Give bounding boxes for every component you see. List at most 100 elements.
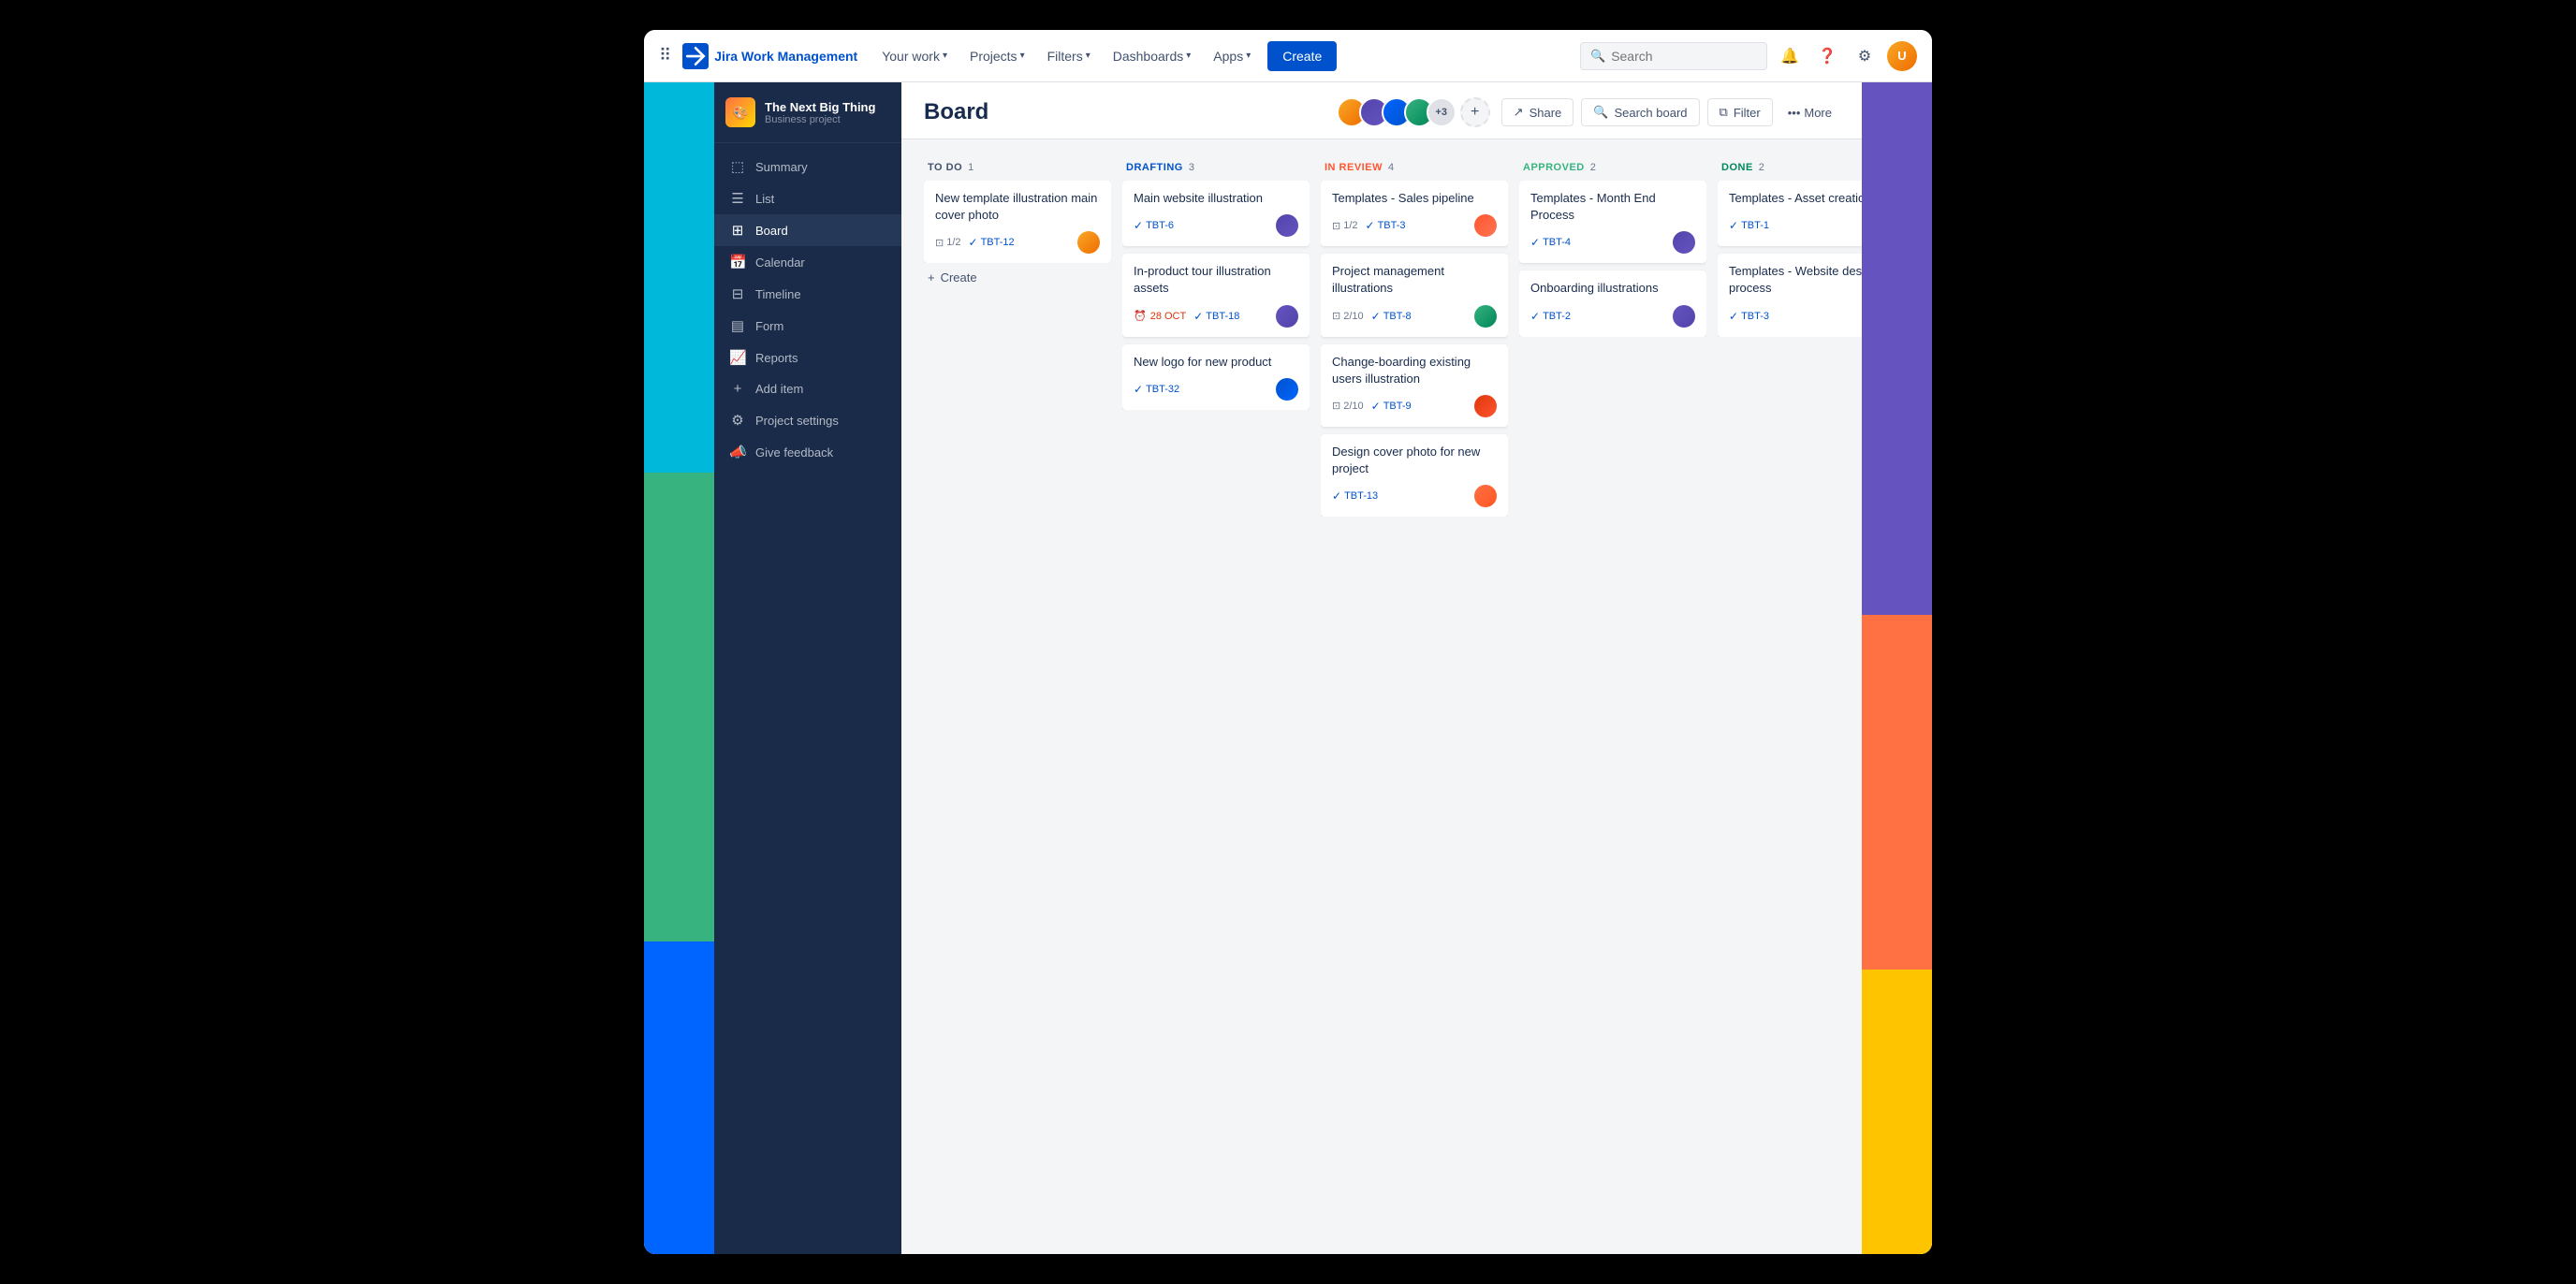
create-button[interactable]: Create (1267, 41, 1337, 71)
card[interactable]: New template illustration main cover pho… (924, 181, 1111, 263)
nav-projects[interactable]: Projects ▾ (960, 43, 1034, 69)
timeline-icon: ⊟ (729, 285, 746, 302)
global-search[interactable]: 🔍 (1580, 42, 1767, 70)
card[interactable]: Design cover photo for new project ✓ TBT… (1321, 434, 1508, 517)
grid-icon[interactable]: ⠿ (659, 46, 671, 66)
strip-purple (1862, 82, 1932, 615)
sidebar-label-calendar: Calendar (755, 255, 805, 270)
column-title-done: DONE (1721, 162, 1753, 173)
calendar-icon: 📅 (729, 254, 746, 270)
board-title: Board (924, 99, 1325, 125)
sidebar-item-form[interactable]: ▤ Form (714, 310, 901, 342)
check-icon: ✓ (1530, 236, 1540, 249)
search-input[interactable] (1611, 49, 1757, 64)
nav-your-work[interactable]: Your work ▾ (872, 43, 957, 69)
card[interactable]: Templates - Asset creation ✓ TBT-1 (1718, 181, 1862, 246)
left-decorative-strips (644, 82, 714, 1254)
card-assignee-avatar[interactable] (1673, 305, 1695, 328)
settings-icon[interactable]: ⚙ (1850, 41, 1880, 71)
card[interactable]: In-product tour illustration assets ⏰ 28… (1122, 254, 1310, 336)
card[interactable]: Templates - Sales pipeline ⊡ 1/2 ✓ (1321, 181, 1508, 246)
column-title-drafting: DRAFTING (1126, 162, 1183, 173)
add-team-member-button[interactable]: + (1460, 97, 1490, 127)
sidebar-item-give-feedback[interactable]: 📣 Give feedback (714, 436, 901, 468)
check-icon: ✓ (1193, 310, 1203, 323)
filter-button[interactable]: ⧉ Filter (1707, 98, 1773, 126)
card[interactable]: Onboarding illustrations ✓ TBT-2 (1519, 270, 1706, 336)
card-tag: ✓ TBT-13 (1332, 489, 1378, 503)
app-name: Jira Work Management (714, 49, 857, 64)
nav-apps[interactable]: Apps ▾ (1204, 43, 1260, 69)
card[interactable]: Templates - Website design process ✓ TBT… (1718, 254, 1862, 336)
help-icon[interactable]: ❓ (1812, 41, 1842, 71)
card-assignee-avatar[interactable] (1276, 378, 1298, 401)
avatar-overflow-count[interactable]: +3 (1427, 97, 1456, 127)
sidebar: 🎨 The Next Big Thing Business project ⬚ … (714, 82, 901, 1254)
column-count-approved: 2 (1590, 162, 1597, 173)
check-icon: ✓ (1371, 400, 1381, 413)
chevron-down-icon: ▾ (1086, 51, 1090, 61)
card-assignee-avatar[interactable] (1276, 305, 1298, 328)
sidebar-label-reports: Reports (755, 351, 798, 365)
card-subtask: ⊡ 1/2 (1332, 220, 1358, 232)
list-icon: ☰ (729, 190, 746, 207)
chevron-down-icon: ▾ (1186, 51, 1191, 61)
card-assignee-avatar[interactable] (1474, 395, 1497, 417)
card-tag: ✓ TBT-3 (1366, 219, 1406, 232)
board-area: TO DO 1 New template illustration main c… (901, 139, 1862, 1254)
sidebar-item-summary[interactable]: ⬚ Summary (714, 151, 901, 182)
user-avatar[interactable]: U (1887, 41, 1917, 71)
card-title: Change-boarding existing users illustrat… (1332, 354, 1497, 387)
search-board-button[interactable]: 🔍 Search board (1581, 98, 1699, 126)
more-button[interactable]: ••• More (1780, 100, 1839, 125)
sidebar-item-list[interactable]: ☰ List (714, 182, 901, 214)
card[interactable]: Change-boarding existing users illustrat… (1321, 344, 1508, 427)
project-name: The Next Big Thing (765, 100, 890, 114)
sidebar-item-reports[interactable]: 📈 Reports (714, 342, 901, 373)
clock-icon: ⏰ (1134, 310, 1147, 322)
due-date: ⏰ 28 OCT (1134, 310, 1186, 322)
sidebar-item-timeline[interactable]: ⊟ Timeline (714, 278, 901, 310)
sidebar-item-project-settings[interactable]: ⚙ Project settings (714, 404, 901, 436)
check-icon: ✓ (1366, 219, 1375, 232)
column-todo: TO DO 1 New template illustration main c… (924, 154, 1111, 292)
card-assignee-avatar[interactable] (1077, 231, 1100, 254)
card-meta: ✓ TBT-1 (1729, 214, 1862, 237)
sidebar-item-add-item[interactable]: + Add item (714, 373, 901, 404)
card[interactable]: Templates - Month End Process ✓ TBT-4 (1519, 181, 1706, 263)
card-assignee-avatar[interactable] (1474, 305, 1497, 328)
share-button[interactable]: ↗ Share (1501, 98, 1574, 126)
app-logo[interactable]: Jira Work Management (682, 43, 857, 69)
strip-blue (644, 941, 714, 1254)
nav-filters[interactable]: Filters ▾ (1038, 43, 1100, 69)
card-assignee-avatar[interactable] (1474, 214, 1497, 237)
notifications-icon[interactable]: 🔔 (1775, 41, 1805, 71)
sidebar-label-form: Form (755, 319, 783, 333)
card-subtask: ⊡ 2/10 (1332, 400, 1364, 412)
card[interactable]: New logo for new product ✓ TBT-32 (1122, 344, 1310, 410)
top-navigation: ⠿ Jira Work Management Your work ▾ Proje… (644, 30, 1932, 82)
board-header: Board +3 + ↗ Share 🔍 Search (901, 82, 1862, 139)
card[interactable]: Project management illustrations ⊡ 2/10 … (1321, 254, 1508, 336)
card-assignee-avatar[interactable] (1673, 231, 1695, 254)
card-assignee-avatar[interactable] (1276, 214, 1298, 237)
sidebar-item-calendar[interactable]: 📅 Calendar (714, 246, 901, 278)
sidebar-project-header[interactable]: 🎨 The Next Big Thing Business project (714, 82, 901, 143)
app-layout: 🎨 The Next Big Thing Business project ⬚ … (644, 82, 1932, 1254)
sidebar-label-list: List (755, 192, 774, 206)
column-count-drafting: 3 (1189, 162, 1195, 173)
card-meta: ✓ TBT-6 (1134, 214, 1298, 237)
nav-dashboards[interactable]: Dashboards ▾ (1104, 43, 1201, 69)
card[interactable]: Main website illustration ✓ TBT-6 (1122, 181, 1310, 246)
sidebar-item-board[interactable]: ⊞ Board (714, 214, 901, 246)
column-title-approved: APPROVED (1523, 162, 1585, 173)
board-team-avatars: +3 + (1337, 97, 1490, 127)
card-assignee-avatar[interactable] (1474, 485, 1497, 507)
chevron-down-icon: ▾ (1020, 51, 1025, 61)
card-tag: ✓ TBT-4 (1530, 236, 1571, 249)
create-item-button[interactable]: + Create (924, 263, 1111, 292)
column-header-in-review: IN REVIEW 4 (1321, 154, 1508, 181)
sidebar-navigation: ⬚ Summary ☰ List ⊞ Board 📅 Calendar ⊟ (714, 143, 901, 1254)
right-decorative-strips (1862, 82, 1932, 1254)
card-tag: ✓ TBT-9 (1371, 400, 1412, 413)
